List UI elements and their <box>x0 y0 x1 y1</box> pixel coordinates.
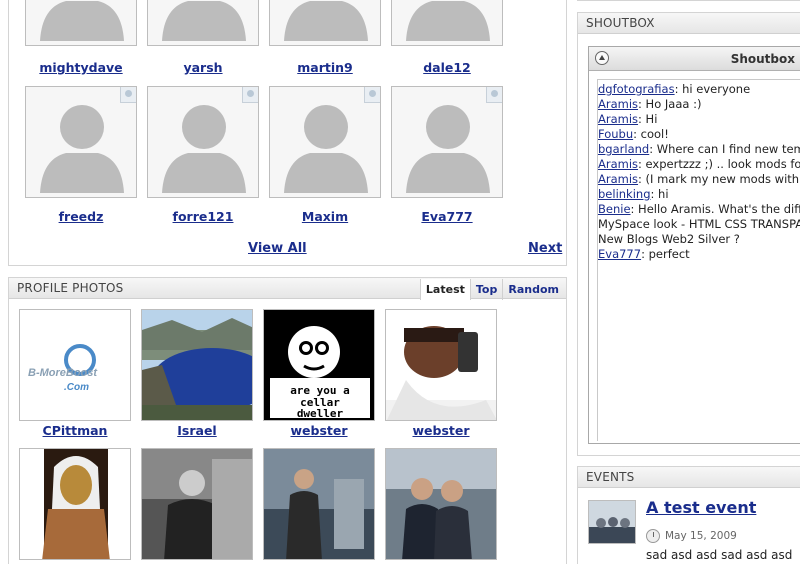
shout-text: : hi everyone <box>674 82 751 96</box>
shout-message: Benie: Hello Aramis. What's the differ <box>598 202 800 217</box>
shoutbox-title: Shoutbox <box>730 52 795 66</box>
shout-text: New Blogs Web2 Silver ? <box>598 232 740 246</box>
shoutbox-titlebar: Shoutbox <box>589 47 800 71</box>
events-heading: EVENTS <box>578 467 800 488</box>
photo-owner-link[interactable]: CPittman <box>19 423 131 438</box>
shout-message: Aramis: Hi <box>598 112 800 127</box>
shout-text: : Hello Aramis. What's the differ <box>630 202 800 216</box>
member-name-link[interactable]: dale12 <box>391 60 503 75</box>
member-name-link[interactable]: Eva777 <box>391 209 503 224</box>
shout-author-link[interactable]: Eva777 <box>598 247 641 261</box>
event-title-link[interactable]: A test event <box>646 498 756 517</box>
online-indicator-icon <box>120 87 136 103</box>
svg-text:.Com: .Com <box>64 382 89 393</box>
member-name-link[interactable]: freedz <box>25 209 137 224</box>
shout-text: : Hi <box>638 112 658 126</box>
shout-author-link[interactable]: Aramis <box>598 172 638 186</box>
online-indicator-icon <box>364 87 380 103</box>
shout-message: New Blogs Web2 Silver ? <box>598 232 800 247</box>
profile-photo[interactable] <box>263 448 375 560</box>
member-name-link[interactable]: mightydave <box>25 60 137 75</box>
online-indicator-icon <box>242 87 258 103</box>
shout-author-link[interactable]: bgarland <box>598 142 649 156</box>
clock-icon <box>646 529 660 543</box>
member-avatar[interactable] <box>391 86 503 198</box>
next-link[interactable]: Next <box>528 241 562 256</box>
member-name-link[interactable]: forre121 <box>147 209 259 224</box>
shoutbox-widget: Shoutbox dgfotografias: hi everyone Aram… <box>588 46 800 444</box>
view-all-link[interactable]: View All <box>248 241 307 256</box>
shout-text: : expertzzz ;) .. look mods for 6 <box>638 157 800 171</box>
event-description: sad asd asd sad asd asd <box>646 548 793 562</box>
svg-text:dweller: dweller <box>297 407 344 420</box>
member-avatar[interactable] <box>25 0 137 46</box>
shoutbox-panel: SHOUTBOX Shoutbox dgfotografias: hi ever… <box>577 12 800 456</box>
shoutbox-heading: SHOUTBOX <box>578 13 800 34</box>
photo-owner-link[interactable]: webster <box>385 423 497 438</box>
shout-message: Aramis: Ho Jaaa :) <box>598 97 800 112</box>
shout-text: : Where can I find new templ <box>649 142 800 156</box>
member-avatar[interactable] <box>147 86 259 198</box>
shout-message: belinking: hi <box>598 187 800 202</box>
shout-author-link[interactable]: dgfotografias <box>598 82 675 96</box>
photo-owner-link[interactable]: webster <box>263 423 375 438</box>
photo-tabs: Latest Top Random <box>419 279 564 300</box>
tab-latest[interactable]: Latest <box>419 279 470 300</box>
shout-author-link[interactable]: Aramis <box>598 112 638 126</box>
online-indicator-icon <box>486 87 502 103</box>
shout-message: Aramis: expertzzz ;) .. look mods for 6 <box>598 157 800 172</box>
shout-message: MySpace look - HTML CSS TRANSPA <box>598 217 800 232</box>
member-avatar[interactable] <box>25 86 137 198</box>
shout-author-link[interactable]: Aramis <box>598 157 638 171</box>
right-column-divider <box>577 0 800 3</box>
photo-owner-link[interactable]: Israel <box>141 423 253 438</box>
profile-photo[interactable]: are you a cellar dweller <box>263 309 375 421</box>
shout-message: Aramis: (I mark my new mods with lab <box>598 172 800 187</box>
shout-text: : perfect <box>641 247 690 261</box>
member-name-link[interactable]: yarsh <box>147 60 259 75</box>
shout-message: Eva777: perfect <box>598 247 800 262</box>
shout-text: MySpace look - HTML CSS TRANSPA <box>598 217 800 231</box>
profile-photo[interactable] <box>19 448 131 560</box>
shout-text: : hi <box>650 187 669 201</box>
shout-text: : cool! <box>633 127 669 141</box>
event-thumbnail[interactable] <box>588 500 636 544</box>
shout-message: Foubu: cool! <box>598 127 800 142</box>
shoutbox-messages: dgfotografias: hi everyone Aramis: Ho Ja… <box>597 79 800 441</box>
collapse-icon[interactable] <box>595 51 609 65</box>
brand-logo-text: B-MoreBoost <box>28 367 98 379</box>
shout-text: : (I mark my new mods with lab <box>638 172 800 186</box>
shout-author-link[interactable]: Benie <box>598 202 631 216</box>
member-name-link[interactable]: martin9 <box>269 60 381 75</box>
event-date: May 15, 2009 <box>665 530 737 542</box>
members-panel: mightydave yarsh martin9 dale12 freedz f… <box>8 0 567 266</box>
tab-top[interactable]: Top <box>469 279 502 300</box>
profile-photos-panel: PROFILE PHOTOS Latest Top Random B-MoreB… <box>8 277 567 564</box>
shout-text: : Ho Jaaa :) <box>638 97 702 111</box>
shout-message: bgarland: Where can I find new templ <box>598 142 800 157</box>
profile-photo[interactable] <box>385 309 497 421</box>
tab-random[interactable]: Random <box>502 279 564 300</box>
member-avatar[interactable] <box>391 0 503 46</box>
member-name-link[interactable]: Maxim <box>269 209 381 224</box>
member-avatar[interactable] <box>269 0 381 46</box>
shout-author-link[interactable]: Aramis <box>598 97 638 111</box>
shout-author-link[interactable]: belinking <box>598 187 651 201</box>
member-avatar[interactable] <box>269 86 381 198</box>
shout-author-link[interactable]: Foubu <box>598 127 633 141</box>
profile-photo[interactable] <box>141 309 253 421</box>
profile-photo[interactable] <box>385 448 497 560</box>
events-panel: EVENTS A test event May 15, 2009 sad asd… <box>577 466 800 564</box>
profile-photo[interactable] <box>141 448 253 560</box>
profile-photo[interactable]: B-MoreBoost .Com <box>19 309 131 421</box>
member-avatar[interactable] <box>147 0 259 46</box>
shout-message: dgfotografias: hi everyone <box>598 82 800 97</box>
